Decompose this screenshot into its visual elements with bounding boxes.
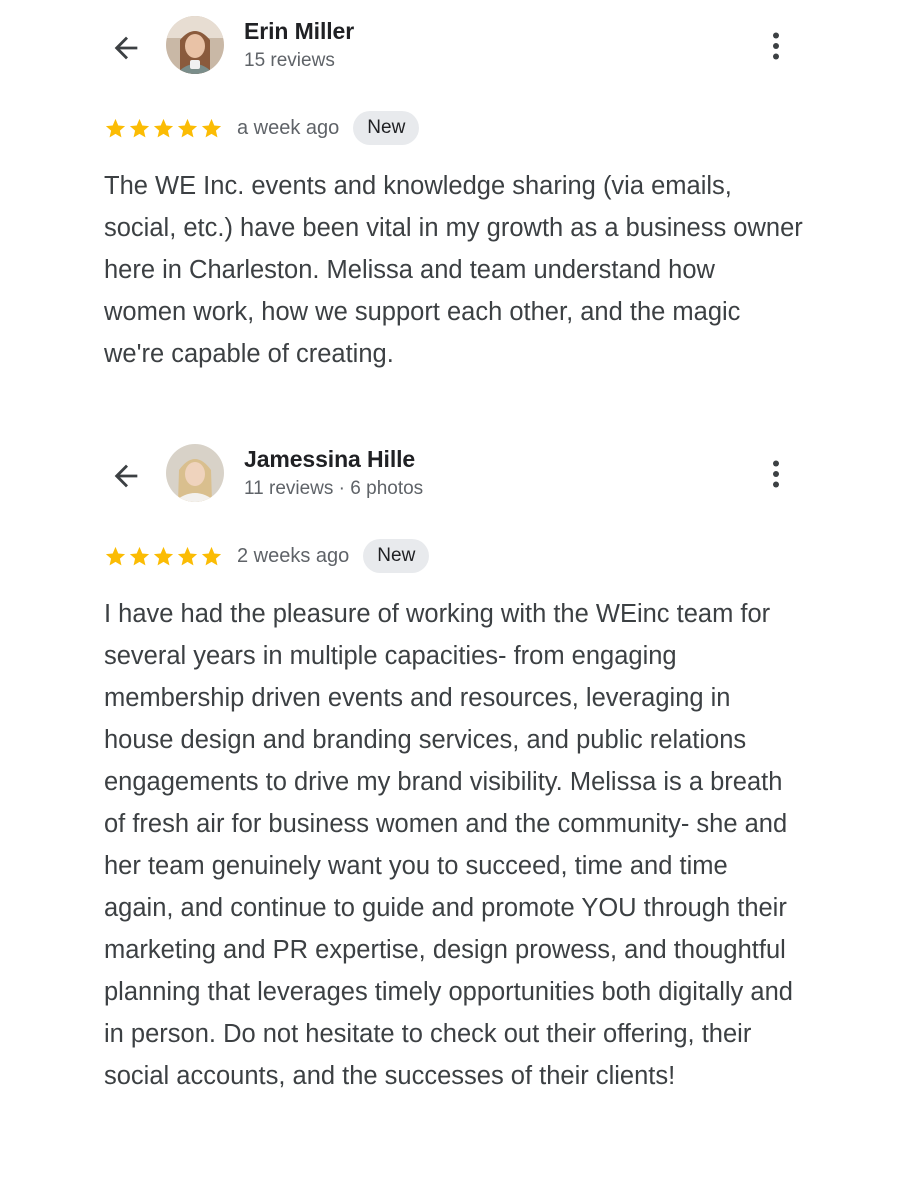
star-rating xyxy=(104,545,223,568)
new-badge: New xyxy=(363,539,430,573)
reviewer-name[interactable]: Jamessina Hille xyxy=(244,446,415,473)
back-button[interactable] xyxy=(104,26,148,70)
avatar-image xyxy=(166,16,224,74)
more-vert-icon xyxy=(773,460,779,488)
star-icon xyxy=(177,546,198,565)
star-icon xyxy=(129,546,150,565)
new-badge: New xyxy=(353,111,420,145)
star-icon xyxy=(201,118,222,137)
more-options-button[interactable] xyxy=(756,26,796,66)
review-time: 2 weeks ago xyxy=(237,544,350,567)
arrow-back-icon xyxy=(114,464,138,488)
back-button[interactable] xyxy=(104,454,148,498)
star-icon xyxy=(201,546,222,565)
more-vert-icon xyxy=(773,32,779,60)
arrow-back-icon xyxy=(114,36,138,60)
rating-row: 2 weeks ago New xyxy=(104,538,430,574)
star-rating xyxy=(104,117,223,140)
star-icon xyxy=(129,118,150,137)
star-icon xyxy=(105,546,126,565)
star-icon xyxy=(153,546,174,565)
rating-row: a week ago New xyxy=(104,110,420,146)
star-icon xyxy=(153,118,174,137)
star-icon xyxy=(177,118,198,137)
more-options-button[interactable] xyxy=(756,454,796,494)
avatar-image xyxy=(166,444,224,502)
avatar[interactable] xyxy=(166,444,224,502)
review-text: The WE Inc. events and knowledge sharing… xyxy=(104,172,803,368)
reviewer-meta: 11 reviews · 6 photos xyxy=(244,478,424,499)
star-icon xyxy=(105,118,126,137)
review-text: I have had the pleasure of working with … xyxy=(104,600,793,1090)
reviewer-name[interactable]: Erin Miller xyxy=(244,18,354,45)
reviewer-meta: 15 reviews xyxy=(244,50,335,71)
review-time: a week ago xyxy=(237,116,340,139)
avatar[interactable] xyxy=(166,16,224,74)
